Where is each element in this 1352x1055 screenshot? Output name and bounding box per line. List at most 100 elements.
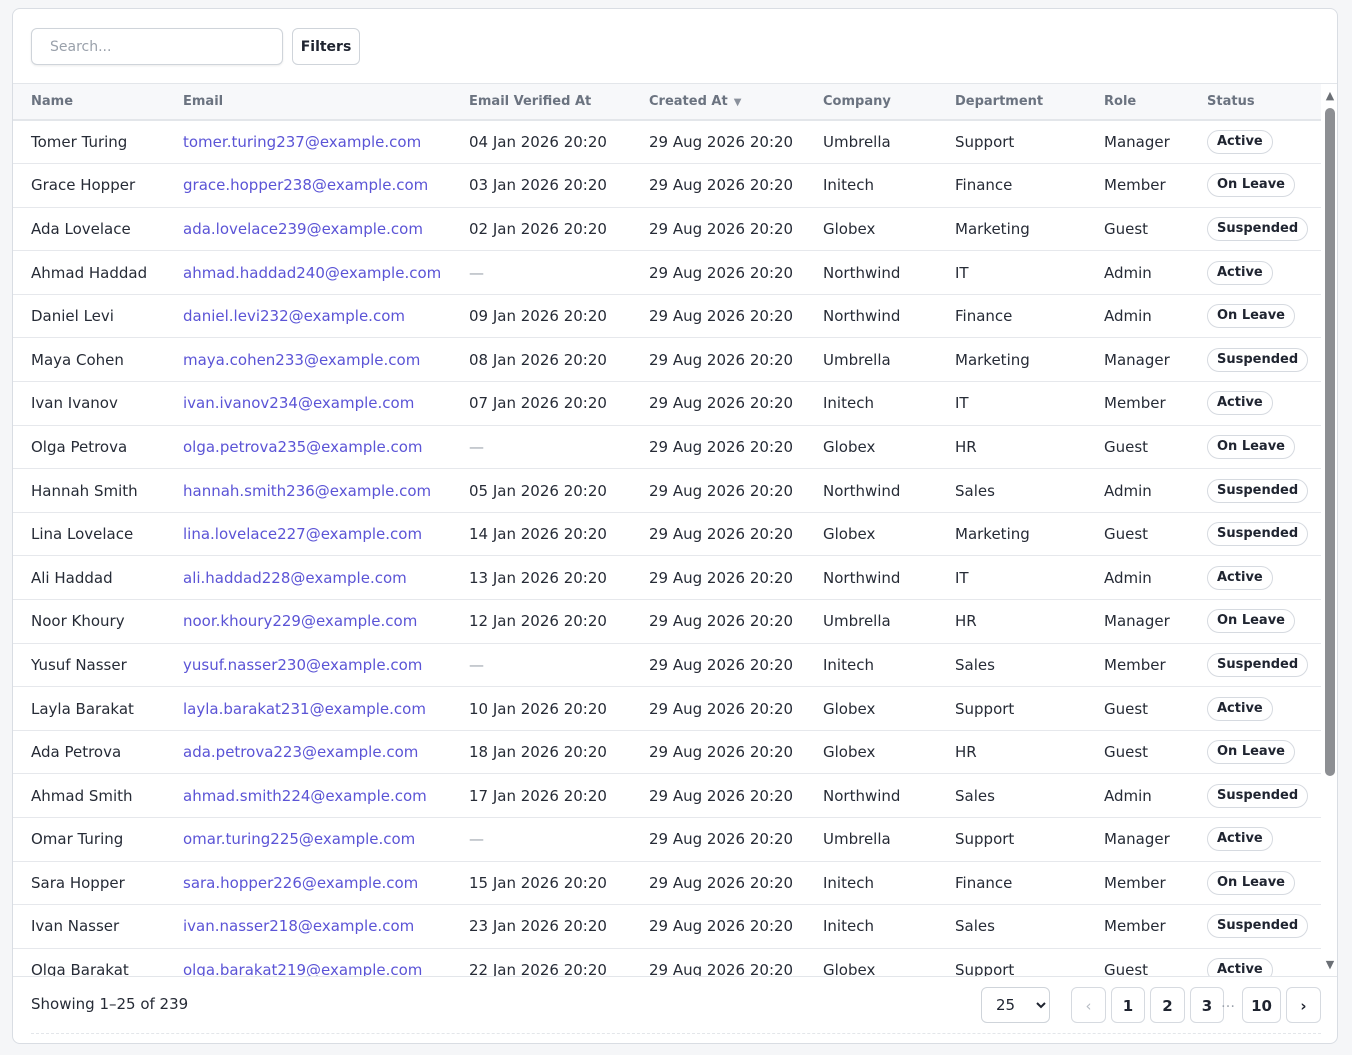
created-at-cell: 29 Aug 2026 20:20 xyxy=(631,686,805,731)
email-verified-at-cell: — xyxy=(451,643,631,688)
table-row[interactable]: Sara Hopper sara.hopper226@example.com 15 … xyxy=(13,861,1321,906)
page-3-button[interactable]: 3 xyxy=(1190,987,1224,1023)
email-cell[interactable]: sara.hopper226@example.com xyxy=(165,861,451,906)
company-cell: Initech xyxy=(805,904,937,949)
table-row[interactable]: Ivan Ivanov ivan.ivanov234@example.com 07 … xyxy=(13,381,1321,426)
department-cell: Marketing xyxy=(937,512,1086,557)
table-row[interactable]: Maya Cohen maya.cohen233@example.com 08 Ja… xyxy=(13,337,1321,383)
status-badge: Active xyxy=(1207,827,1273,852)
column-header-status[interactable]: Status xyxy=(1189,84,1321,121)
created-at-cell: 29 Aug 2026 20:20 xyxy=(631,861,805,906)
name-cell: Ada Petrova xyxy=(13,730,165,775)
table-row[interactable]: Daniel Levi daniel.levi232@example.com 09 … xyxy=(13,294,1321,339)
page-1-button[interactable]: 1 xyxy=(1111,987,1145,1023)
scroll-down-arrow-icon[interactable]: ▼ xyxy=(1324,959,1336,971)
previous-page-button[interactable]: ‹ xyxy=(1071,987,1106,1023)
table-row[interactable]: Layla Barakat layla.barakat231@example.co… xyxy=(13,686,1321,731)
email-verified-at-cell: 03 Jan 2026 20:20 xyxy=(451,163,631,208)
email-cell[interactable]: ivan.ivanov234@example.com xyxy=(165,381,451,426)
email-cell[interactable]: yusuf.nasser230@example.com xyxy=(165,643,451,688)
column-header-email[interactable]: Email xyxy=(165,84,451,121)
email-cell[interactable]: hannah.smith236@example.com xyxy=(165,468,451,513)
role-cell: Manager xyxy=(1086,337,1189,383)
table-row[interactable]: Ada Petrova ada.petrova223@example.com 18 … xyxy=(13,730,1321,775)
column-header-department[interactable]: Department xyxy=(937,84,1086,121)
email-cell[interactable]: ahmad.smith224@example.com xyxy=(165,773,451,818)
rows-per-page-select[interactable]: 25 xyxy=(981,987,1050,1023)
role-cell: Member xyxy=(1086,904,1189,949)
role-cell: Admin xyxy=(1086,294,1189,339)
column-header-email-verified-at[interactable]: Email Verified At xyxy=(451,84,631,121)
role-cell: Guest xyxy=(1086,207,1189,252)
table-row[interactable]: Omar Turing omar.turing225@example.com —29… xyxy=(13,817,1321,862)
email-cell[interactable]: lina.lovelace227@example.com xyxy=(165,512,451,557)
status-cell: On Leave xyxy=(1189,294,1321,339)
status-badge: Suspended xyxy=(1207,522,1309,547)
page-10-button[interactable]: 10 xyxy=(1242,987,1281,1023)
table-row[interactable]: Yusuf Nasser yusuf.nasser230@example.com —… xyxy=(13,643,1321,688)
company-cell: Northwind xyxy=(805,773,937,818)
table-row[interactable]: Noor Khoury noor.khoury229@example.com 12 … xyxy=(13,599,1321,644)
filters-button[interactable]: Filters xyxy=(292,28,360,65)
department-cell: Sales xyxy=(937,643,1086,688)
email-verified-at-cell: 14 Jan 2026 20:20 xyxy=(451,512,631,557)
department-cell: Marketing xyxy=(937,207,1086,252)
company-cell: Globex xyxy=(805,730,937,775)
email-cell[interactable]: olga.petrova235@example.com xyxy=(165,425,451,470)
status-cell: On Leave xyxy=(1189,730,1321,775)
created-at-cell: 29 Aug 2026 20:20 xyxy=(631,337,805,383)
email-cell[interactable]: grace.hopper238@example.com xyxy=(165,163,451,208)
table-row[interactable]: Tomer Turing tomer.turing237@example.com 0… xyxy=(13,120,1321,165)
table-row[interactable]: Ada Lovelace ada.lovelace239@example.com 0… xyxy=(13,207,1321,252)
department-cell: Marketing xyxy=(937,337,1086,383)
table-row[interactable]: Olga Petrova olga.petrova235@example.com —… xyxy=(13,425,1321,470)
status-cell: Active xyxy=(1189,686,1321,731)
name-cell: Daniel Levi xyxy=(13,294,165,339)
table-row[interactable]: Hannah Smith hannah.smith236@example.com 0… xyxy=(13,468,1321,513)
column-header-role[interactable]: Role xyxy=(1086,84,1189,121)
status-cell: Suspended xyxy=(1189,468,1321,513)
email-cell[interactable]: ada.lovelace239@example.com xyxy=(165,207,451,252)
department-cell: Sales xyxy=(937,468,1086,513)
table-row[interactable]: Ahmad Haddad ahmad.haddad240@example.com —… xyxy=(13,250,1321,295)
email-cell[interactable]: noor.khoury229@example.com xyxy=(165,599,451,644)
status-cell: Suspended xyxy=(1189,512,1321,557)
name-cell: Ahmad Smith xyxy=(13,773,165,818)
email-verified-at-cell: 09 Jan 2026 20:20 xyxy=(451,294,631,339)
email-cell[interactable]: layla.barakat231@example.com xyxy=(165,686,451,731)
table-row[interactable]: Olga Barakat olga.barakat219@example.com 2… xyxy=(13,948,1321,976)
status-badge: On Leave xyxy=(1207,434,1295,459)
email-cell[interactable]: maya.cohen233@example.com xyxy=(165,337,451,383)
email-cell[interactable]: olga.barakat219@example.com xyxy=(165,948,451,976)
table-toolbar: Filters xyxy=(13,9,1337,84)
sort-descending-icon: ▼ xyxy=(733,97,742,108)
email-cell[interactable]: ali.haddad228@example.com xyxy=(165,555,451,601)
role-cell: Manager xyxy=(1086,120,1189,165)
table-row[interactable]: Ahmad Smith ahmad.smith224@example.com 17 … xyxy=(13,773,1321,818)
table-scroll-area[interactable]: Name Email Email Verified At Created At ▼… xyxy=(13,84,1321,976)
column-header-created-at[interactable]: Created At ▼ xyxy=(631,84,805,121)
email-cell[interactable]: daniel.levi232@example.com xyxy=(165,294,451,339)
scroll-up-arrow-icon[interactable]: ▲ xyxy=(1324,90,1336,102)
email-cell[interactable]: ahmad.haddad240@example.com xyxy=(165,250,451,295)
created-at-cell: 29 Aug 2026 20:20 xyxy=(631,207,805,252)
table-row[interactable]: Ivan Nasser ivan.nasser218@example.com 23 … xyxy=(13,904,1321,949)
column-header-company[interactable]: Company xyxy=(805,84,937,121)
table-row[interactable]: Lina Lovelace lina.lovelace227@example.co… xyxy=(13,512,1321,557)
email-cell[interactable]: ada.petrova223@example.com xyxy=(165,730,451,775)
search-input[interactable] xyxy=(31,28,283,65)
company-cell: Initech xyxy=(805,861,937,906)
status-badge: Suspended xyxy=(1207,914,1309,939)
column-header-name[interactable]: Name xyxy=(13,84,165,121)
email-cell[interactable]: tomer.turing237@example.com xyxy=(165,120,451,165)
next-page-button[interactable]: › xyxy=(1286,987,1321,1023)
email-verified-at-cell: 13 Jan 2026 20:20 xyxy=(451,555,631,601)
email-cell[interactable]: omar.turing225@example.com xyxy=(165,817,451,862)
email-cell[interactable]: ivan.nasser218@example.com xyxy=(165,904,451,949)
created-at-cell: 29 Aug 2026 20:20 xyxy=(631,948,805,976)
table-row[interactable]: Grace Hopper grace.hopper238@example.com 0… xyxy=(13,163,1321,208)
scrollbar-thumb[interactable] xyxy=(1325,108,1335,776)
table-row[interactable]: Ali Haddad ali.haddad228@example.com 13 Ja… xyxy=(13,555,1321,601)
created-at-cell: 29 Aug 2026 20:20 xyxy=(631,773,805,818)
page-2-button[interactable]: 2 xyxy=(1150,987,1185,1023)
